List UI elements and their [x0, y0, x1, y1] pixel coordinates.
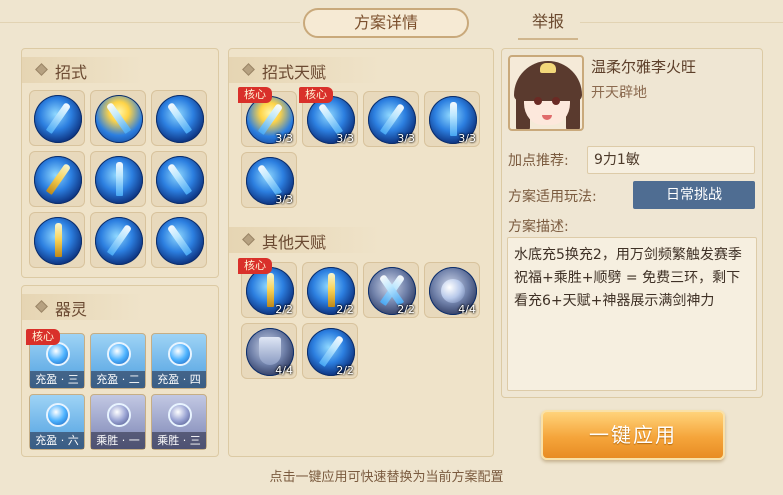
skill-slot[interactable] — [29, 151, 85, 207]
mode-label: 方案适用玩法: — [508, 189, 597, 205]
talent-slot[interactable]: 2/2 — [302, 323, 358, 379]
talent-count: 3/3 — [336, 132, 354, 145]
talent-count: 3/3 — [275, 132, 293, 145]
character-name: 温柔尔雅李火旺 — [591, 58, 697, 76]
spirit-slot[interactable]: 充盈 · 六 — [29, 394, 85, 450]
hint-text: 点击一键应用可快速替换为当前方案配置 — [269, 470, 504, 485]
skill-slot[interactable] — [151, 212, 207, 268]
tab-report[interactable]: 举报 — [523, 8, 573, 38]
spirit-slot[interactable]: 乘胜 · 一 — [90, 394, 146, 450]
talent-count: 4/4 — [275, 364, 293, 377]
tab-plan-detail[interactable]: 方案详情 — [303, 8, 469, 38]
talent-count: 3/3 — [275, 193, 293, 206]
spirit-slot[interactable]: 充盈 · 三 核心 — [26, 329, 85, 389]
core-badge: 核心 — [299, 87, 333, 103]
talent-slot[interactable]: 3/3 — [424, 91, 480, 147]
plan-detail-page: 方案详情 举报 招式 器灵 充盈 · 三 核心 充盈 · 二 充盈 · 四 充盈… — [0, 0, 783, 495]
talent-slot[interactable]: 3/3 — [363, 91, 419, 147]
character-avatar[interactable] — [508, 55, 584, 131]
points-value: 9力1敏 — [587, 146, 755, 174]
skill-talents-title: 招式天赋 — [262, 63, 327, 82]
spirit-label: 乘胜 · 三 — [152, 432, 206, 449]
points-label: 加点推荐: — [508, 153, 569, 169]
spirit-label: 充盈 · 二 — [91, 371, 145, 388]
skills-panel: 招式 — [21, 48, 219, 278]
spirits-title: 器灵 — [55, 300, 88, 319]
spirit-label: 充盈 · 四 — [152, 371, 206, 388]
spirit-slot[interactable]: 乘胜 · 三 — [151, 394, 207, 450]
description-text: 水底充5换充2，用万剑频繁触发赛季祝福+乘胜+顺劈 = 免费三环，剩下看充6+天… — [507, 237, 757, 391]
talent-count: 4/4 — [458, 303, 476, 316]
spirit-label: 充盈 · 六 — [30, 432, 84, 449]
spirit-slot[interactable]: 充盈 · 四 — [151, 333, 207, 389]
talent-count: 3/3 — [458, 132, 476, 145]
spirits-panel: 器灵 充盈 · 三 核心 充盈 · 二 充盈 · 四 充盈 · 六 乘胜 · 一… — [21, 285, 219, 457]
tab-underline — [518, 38, 578, 40]
desc-label: 方案描述: — [508, 219, 569, 235]
skill-slot[interactable] — [90, 90, 146, 146]
skills-title: 招式 — [55, 63, 88, 82]
talent-slot[interactable]: 2/2 — [302, 262, 358, 318]
core-badge: 核心 — [238, 87, 272, 103]
skill-slot[interactable] — [29, 90, 85, 146]
crown-icon — [540, 63, 556, 73]
core-badge: 核心 — [238, 258, 272, 274]
talent-count: 2/2 — [336, 364, 354, 377]
talent-slot[interactable]: 4/4 — [424, 262, 480, 318]
divider — [580, 22, 783, 23]
divider — [0, 22, 300, 23]
spirit-label: 乘胜 · 一 — [91, 432, 145, 449]
skill-slot[interactable] — [151, 151, 207, 207]
talent-slot[interactable]: 2/2 — [363, 262, 419, 318]
core-badge: 核心 — [26, 329, 60, 345]
skill-slot[interactable] — [151, 90, 207, 146]
mode-value-button[interactable]: 日常挑战 — [633, 181, 755, 209]
talent-slot[interactable]: 2/2 核心 — [238, 258, 297, 318]
talent-count: 3/3 — [397, 132, 415, 145]
skill-slot[interactable] — [29, 212, 85, 268]
talents-panel: 招式天赋 3/3 核心 3/3 核心 3/3 3/3 3/3 其他天赋 2/2 … — [228, 48, 494, 457]
talent-slot[interactable]: 3/3 — [241, 152, 297, 208]
other-talents-title: 其他天赋 — [262, 233, 327, 252]
skill-slot[interactable] — [90, 151, 146, 207]
spirit-label: 充盈 · 三 — [30, 371, 84, 388]
character-title: 开天辟地 — [591, 85, 647, 101]
talent-count: 2/2 — [397, 303, 415, 316]
spirit-slot[interactable]: 充盈 · 二 — [90, 333, 146, 389]
apply-button[interactable]: 一键应用 — [541, 410, 725, 460]
talent-slot[interactable]: 3/3 核心 — [238, 87, 297, 147]
talent-count: 2/2 — [275, 303, 293, 316]
talent-slot[interactable]: 3/3 核心 — [299, 87, 358, 147]
talent-slot[interactable]: 4/4 — [241, 323, 297, 379]
skill-slot[interactable] — [90, 212, 146, 268]
talent-count: 2/2 — [336, 303, 354, 316]
